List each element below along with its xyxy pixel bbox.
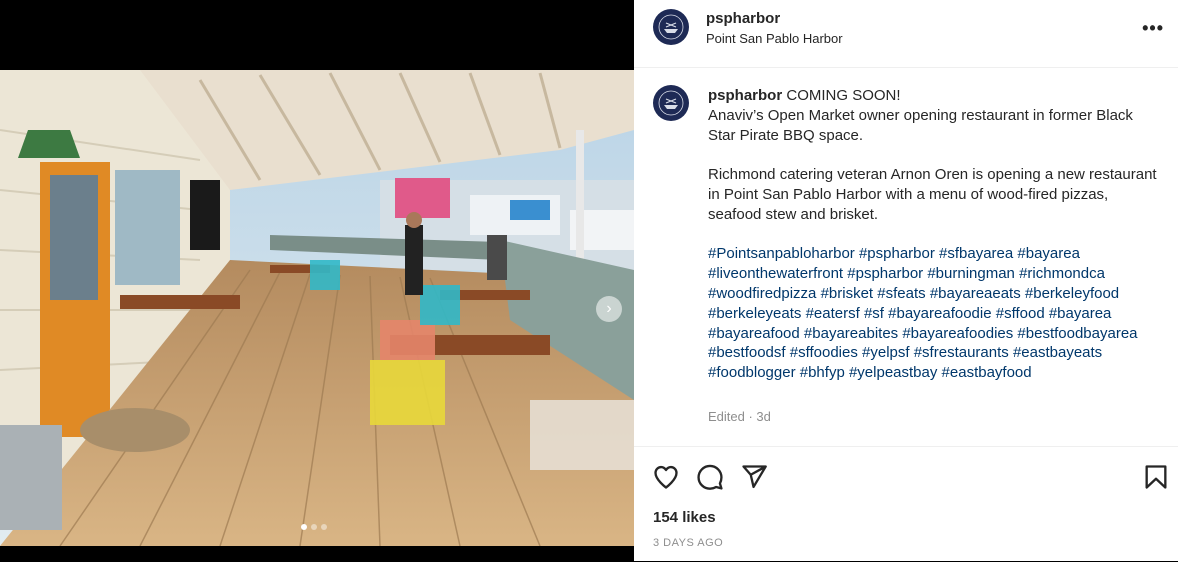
hashtag-link[interactable]: #sfbayarea: [939, 245, 1013, 262]
carousel-dot: [301, 524, 307, 530]
hashtag-link[interactable]: #sfeats: [877, 285, 925, 302]
hashtag-link[interactable]: #sf: [864, 305, 884, 322]
hashtag-link[interactable]: #eatersf: [806, 305, 860, 322]
carousel-dot: [311, 524, 317, 530]
hashtag-link[interactable]: #bayarea: [1049, 305, 1112, 322]
comment-icon[interactable]: [696, 463, 724, 491]
heart-icon[interactable]: [652, 463, 680, 491]
caption-line: Anaviv’s Open Market owner opening resta…: [708, 106, 1133, 144]
hashtag-link[interactable]: #bayarea: [1017, 245, 1080, 262]
post-timestamp[interactable]: 3 DAYS AGO: [653, 537, 723, 549]
hashtag-link[interactable]: #sffoodies: [790, 344, 858, 361]
hashtag-link[interactable]: #bayareafoodie: [888, 305, 991, 322]
hashtag-link[interactable]: #bayareabites: [804, 325, 898, 342]
hashtag-link[interactable]: #Pointsanpabloharbor: [708, 245, 855, 262]
location-link[interactable]: Point San Pablo Harbor: [706, 31, 843, 46]
hashtag-link[interactable]: #bestfoodsf: [708, 344, 786, 361]
hashtag-link[interactable]: #yelpeastbay: [849, 364, 937, 381]
hashtag-link[interactable]: #yelpsf: [862, 344, 910, 361]
carousel-dot: [321, 524, 327, 530]
username-link[interactable]: pspharbor: [706, 10, 780, 27]
hashtag-link[interactable]: #bayareafood: [708, 325, 800, 342]
carousel-indicator: [301, 524, 327, 530]
post-caption: pspharbor COMING SOON! Anaviv’s Open Mar…: [708, 86, 1160, 383]
caption-avatar[interactable]: [653, 85, 689, 121]
hashtag-link[interactable]: #pspharbor: [847, 265, 923, 282]
hashtag-link[interactable]: #bhfyp: [800, 364, 845, 381]
hashtag-link[interactable]: #foodblogger: [708, 364, 796, 381]
hashtag-link[interactable]: #bayareaeats: [930, 285, 1021, 302]
hashtag-link[interactable]: #berkeleyeats: [708, 305, 801, 322]
action-bar: 154 likes 3 DAYS AGO: [634, 446, 1178, 562]
post-photo: [0, 70, 634, 546]
hashtag-link[interactable]: #woodfiredpizza: [708, 285, 816, 302]
carousel-next-button[interactable]: ›: [596, 296, 622, 322]
share-icon[interactable]: [740, 463, 768, 491]
like-count[interactable]: 154 likes: [653, 509, 716, 526]
post-sidebar: pspharbor Point San Pablo Harbor ••• psp…: [634, 0, 1178, 561]
hashtag-link[interactable]: #bestfoodbayarea: [1017, 325, 1137, 342]
hashtag-link[interactable]: #eastbayfood: [942, 364, 1032, 381]
hashtag-link[interactable]: #berkeleyfood: [1025, 285, 1119, 302]
edited-timestamp: Edited · 3d: [708, 409, 771, 424]
hashtag-link[interactable]: #burningman: [927, 265, 1015, 282]
hashtag-link[interactable]: #liveonthewaterfront: [708, 265, 843, 282]
caption-username[interactable]: pspharbor: [708, 87, 782, 104]
caption-line: Richmond catering veteran Arnon Oren is …: [708, 166, 1157, 223]
media-panel: ›: [0, 0, 634, 561]
hashtag-list: #Pointsanpabloharbor #pspharbor #sfbayar…: [708, 244, 1160, 383]
avatar[interactable]: [653, 9, 689, 45]
hashtag-link[interactable]: #eastbayeats: [1013, 344, 1102, 361]
hashtag-link[interactable]: #sfrestaurants: [914, 344, 1009, 361]
harbor-logo-icon: [658, 14, 684, 40]
post-view: › pspharbor Point San Pablo Harbor ••• p…: [0, 0, 1178, 561]
caption-headline: COMING SOON!: [786, 87, 901, 104]
chevron-right-icon: ›: [606, 300, 612, 317]
hashtag-link[interactable]: #pspharbor: [859, 245, 935, 262]
hashtag-link[interactable]: #bayareafoodies: [902, 325, 1013, 342]
more-options-button[interactable]: •••: [1142, 18, 1164, 39]
hashtag-link[interactable]: #richmondca: [1019, 265, 1105, 282]
hashtag-link[interactable]: #sffood: [996, 305, 1045, 322]
bookmark-icon[interactable]: [1142, 463, 1170, 491]
hashtag-link[interactable]: #brisket: [821, 285, 874, 302]
harbor-logo-icon: [658, 90, 684, 116]
post-header: pspharbor Point San Pablo Harbor •••: [634, 0, 1178, 68]
